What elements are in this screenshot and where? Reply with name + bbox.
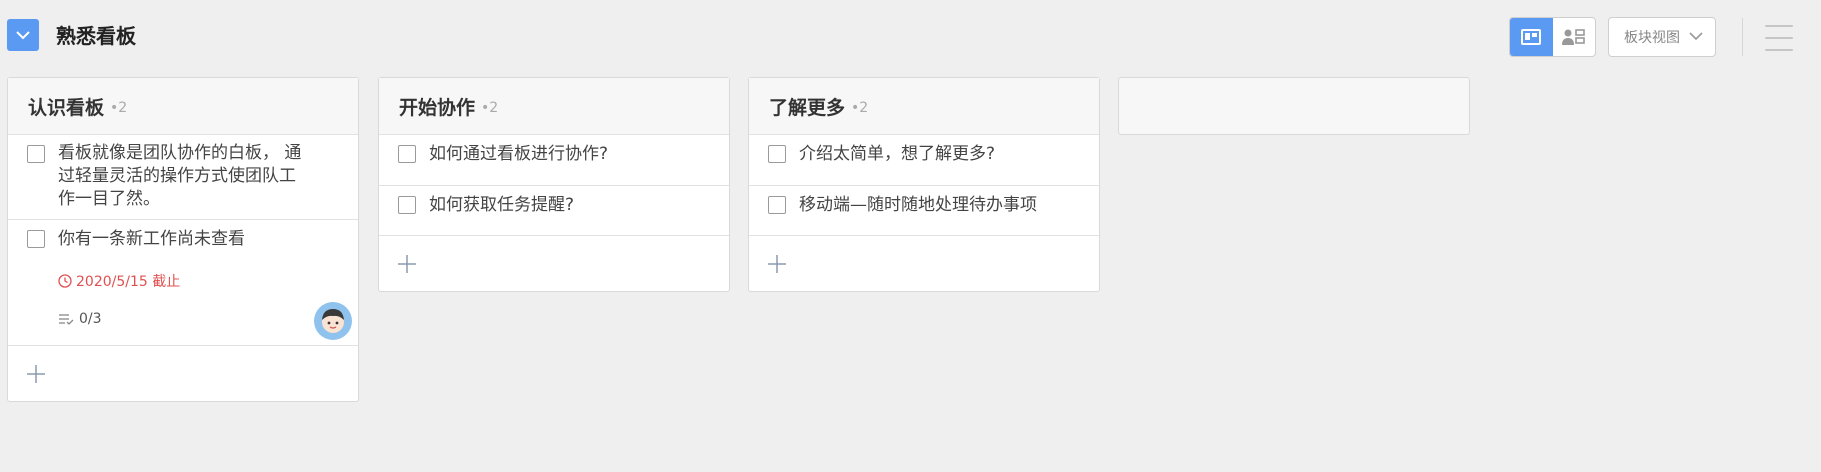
chevron-down-icon	[1689, 32, 1703, 41]
avatar[interactable]	[314, 302, 352, 340]
add-column-button[interactable]	[1118, 77, 1470, 135]
add-task-button[interactable]	[379, 236, 729, 291]
task-title: 你有一条新工作尚未查看	[58, 229, 245, 249]
column-count: •2	[481, 99, 499, 116]
view-toggle	[1509, 17, 1596, 57]
subtask-count: 0/3	[79, 311, 102, 327]
task-title: 如何获取任务提醒?	[429, 195, 575, 215]
task-title: 看板就像是团队协作的白板， 通过轻量灵活的操作方式使团队工作一目了然。	[58, 143, 302, 209]
task-card[interactable]: 如何获取任务提醒?	[379, 186, 729, 236]
member-view-button[interactable]	[1553, 18, 1596, 56]
task-card[interactable]: 介绍太简单，想了解更多?	[749, 135, 1099, 186]
task-checkbox[interactable]	[27, 230, 45, 248]
kanban-column: 认识看板 •2 看板就像是团队协作的白板， 通过轻量灵活的操作方式使团队工作一目…	[7, 77, 359, 402]
hamburger-icon	[1765, 25, 1793, 27]
plus-icon	[27, 364, 45, 383]
column-title: 开始协作	[399, 96, 476, 119]
hamburger-icon-line	[1765, 37, 1793, 39]
add-task-button[interactable]	[749, 236, 1099, 291]
add-task-button[interactable]	[8, 346, 358, 401]
member-view-icon	[1561, 29, 1585, 45]
due-date: 2020/5/15 截止	[58, 271, 338, 291]
task-checkbox[interactable]	[398, 145, 416, 163]
task-card[interactable]: 如何通过看板进行协作?	[379, 135, 729, 186]
task-title: 介绍太简单，想了解更多?	[799, 144, 996, 164]
board-view-button[interactable]	[1510, 18, 1553, 56]
task-title: 移动端—随时随地处理待办事项	[799, 195, 1037, 215]
column-header: 认识看板 •2	[8, 78, 358, 135]
collapse-button[interactable]	[7, 19, 39, 51]
due-date-text: 2020/5/15 截止	[76, 274, 181, 290]
task-title: 如何通过看板进行协作?	[429, 144, 609, 164]
column-count: •2	[851, 99, 869, 116]
column-title: 认识看板	[28, 96, 105, 119]
task-card[interactable]: 看板就像是团队协作的白板， 通过轻量灵活的操作方式使团队工作一目了然。	[8, 135, 358, 220]
plus-icon	[398, 254, 416, 273]
task-card[interactable]: 移动端—随时随地处理待办事项	[749, 186, 1099, 236]
view-mode-label: 板块视图	[1624, 30, 1680, 46]
column-title: 了解更多	[769, 96, 846, 119]
avatar-face-icon	[322, 309, 344, 333]
top-bar: 熟悉看板 板块视图	[0, 0, 1821, 72]
board-title: 熟悉看板	[56, 24, 136, 48]
view-mode-select[interactable]: 板块视图	[1608, 17, 1716, 57]
column-header: 开始协作 •2	[379, 78, 729, 135]
kanban-column: 了解更多 •2 介绍太简单，想了解更多? 移动端—随时随地处理待办事项	[748, 77, 1100, 292]
hamburger-icon-line	[1765, 49, 1793, 51]
checklist-icon	[59, 314, 74, 325]
chevron-down-icon	[16, 31, 30, 40]
kanban-column: 开始协作 •2 如何通过看板进行协作? 如何获取任务提醒?	[378, 77, 730, 292]
task-checkbox[interactable]	[768, 145, 786, 163]
board-view-icon	[1521, 29, 1542, 45]
column-count: •2	[110, 99, 128, 116]
task-card[interactable]: 你有一条新工作尚未查看 2020/5/15 截止 0/3	[8, 220, 358, 346]
task-checkbox[interactable]	[398, 196, 416, 214]
column-header: 了解更多 •2	[749, 78, 1099, 135]
subtask-progress: 0/3	[58, 311, 338, 327]
plus-icon	[768, 254, 786, 273]
divider	[1742, 18, 1743, 56]
menu-button[interactable]	[1765, 25, 1793, 51]
task-checkbox[interactable]	[27, 145, 45, 163]
clock-icon	[58, 274, 72, 288]
task-checkbox[interactable]	[768, 196, 786, 214]
